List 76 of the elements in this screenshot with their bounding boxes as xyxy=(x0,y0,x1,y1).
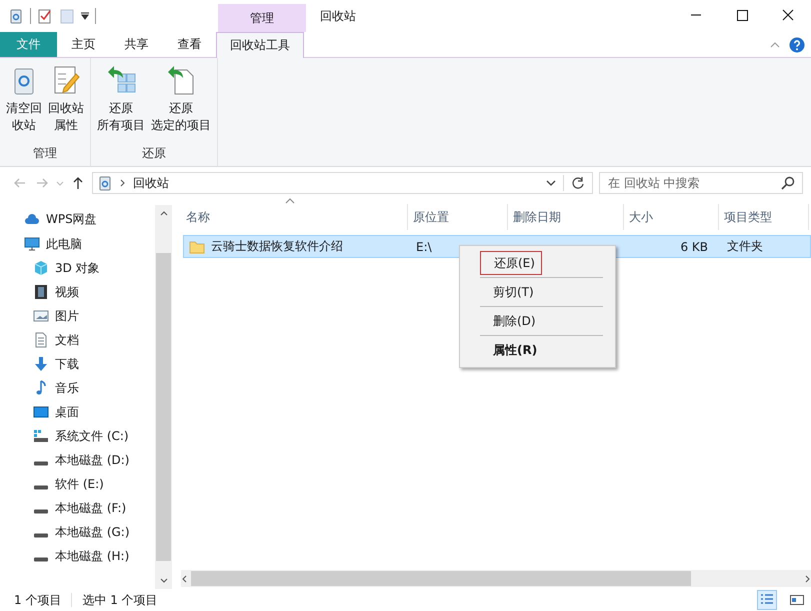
desktop-icon xyxy=(33,404,49,420)
column-header[interactable]: 项目类型 xyxy=(719,204,809,230)
sidebar-item[interactable]: 系统文件 (C:) xyxy=(0,424,155,448)
address-path: 回收站 xyxy=(133,174,169,192)
sidebar-item[interactable]: 视频 xyxy=(0,280,155,304)
table-cell: 文件夹 xyxy=(727,238,763,255)
sidebar-item[interactable]: 音乐 xyxy=(0,376,155,400)
sidebar-item[interactable]: 本地磁盘 (H:) xyxy=(0,544,155,568)
help-icon[interactable] xyxy=(789,36,805,52)
sidebar-item[interactable]: 图片 xyxy=(0,304,155,328)
sidebar-item[interactable]: 桌面 xyxy=(0,400,155,424)
large-icons-view-icon xyxy=(789,592,805,608)
ribbon-button[interactable]: 还原 选定的项目 xyxy=(149,64,213,145)
recycle-bin-icon xyxy=(97,175,113,191)
ribbon-tab[interactable]: 共享 xyxy=(110,32,163,57)
scrollbar[interactable] xyxy=(181,570,811,587)
table-cell: 6 KB xyxy=(680,240,708,254)
drive-icon xyxy=(34,532,48,538)
column-header[interactable]: 名称 xyxy=(181,204,408,230)
column-header[interactable]: 大小 xyxy=(624,204,719,230)
search-field[interactable]: 在 回收站 中搜索 xyxy=(606,175,780,191)
search-box[interactable]: 在 回收站 中搜索 xyxy=(599,172,803,194)
dropdown-icon[interactable] xyxy=(81,12,89,20)
sidebar-item[interactable]: 本地磁盘 (G:) xyxy=(0,520,155,544)
drive-icon xyxy=(34,556,48,562)
ribbon-button[interactable]: 清空回 收站 xyxy=(4,64,44,145)
scroll-down-icon[interactable] xyxy=(160,576,168,584)
sidebar-item[interactable]: WPS网盘 xyxy=(0,207,155,231)
sidebar-item[interactable]: 本地磁盘 (F:) xyxy=(0,496,155,520)
sidebar-item[interactable]: 本地磁盘 (D:) xyxy=(0,448,155,472)
ribbon-tab[interactable]: 主页 xyxy=(57,32,110,57)
ribbon-button[interactable]: 还原 所有项目 xyxy=(95,64,147,145)
file-name: 云骑士数据恢复软件介绍 xyxy=(211,238,343,255)
scrollbar[interactable] xyxy=(155,205,172,589)
cube-icon xyxy=(33,260,49,276)
contextual-tab-header: 管理 xyxy=(218,4,306,32)
table-cell: E:\ xyxy=(416,240,432,254)
ribbon-button[interactable]: 回收站 属性 xyxy=(46,64,86,145)
menu-item[interactable]: 剪切(T) xyxy=(480,280,540,304)
details-view-button[interactable] xyxy=(757,590,777,610)
menu-item[interactable]: 还原(E) xyxy=(480,251,542,275)
ribbon-tab[interactable]: 文件 xyxy=(0,32,57,57)
column-header[interactable]: 删除日期 xyxy=(508,204,624,230)
down-arrow-icon xyxy=(33,356,49,372)
menu-item[interactable]: 删除(D) xyxy=(480,309,542,333)
film-icon xyxy=(33,284,49,300)
monitor-icon xyxy=(24,236,40,252)
sidebar-item[interactable]: 软件 (E:) xyxy=(0,472,155,496)
scroll-left-icon[interactable] xyxy=(181,574,189,582)
system-drive-icon xyxy=(33,428,49,444)
chevron-right-icon xyxy=(119,179,127,187)
recycle-bin-icon[interactable] xyxy=(8,8,24,24)
group-label: 管理 xyxy=(32,145,58,162)
ribbon-tab[interactable]: 查看 xyxy=(163,32,216,57)
image-icon xyxy=(33,308,49,324)
sidebar-item[interactable]: 文档 xyxy=(0,328,155,352)
item-count: 1 个项目 xyxy=(14,592,62,608)
checklist-icon[interactable] xyxy=(37,8,53,24)
document-icon xyxy=(33,332,49,348)
group-label: 还原 xyxy=(141,145,167,162)
search-icon xyxy=(780,175,796,191)
menu-item[interactable]: 属性(R) xyxy=(480,338,544,362)
drive-icon xyxy=(34,508,48,514)
cloud-icon xyxy=(24,211,40,227)
ribbon-tab[interactable]: 回收站工具 xyxy=(216,32,304,58)
scroll-right-icon[interactable] xyxy=(803,574,811,582)
drive-icon xyxy=(34,460,48,466)
sidebar-item[interactable]: 此电脑 xyxy=(0,232,155,256)
sidebar-item[interactable]: 3D 对象 xyxy=(0,256,155,280)
sidebar-item[interactable]: 下载 xyxy=(0,352,155,376)
window-title: 回收站 xyxy=(319,8,357,24)
column-header[interactable]: 原位置 xyxy=(408,204,508,230)
selection-count: 选中 1 个项目 xyxy=(82,592,158,608)
address-bar[interactable]: 回收站 xyxy=(92,172,593,194)
drive-icon xyxy=(34,484,48,490)
scroll-up-icon[interactable] xyxy=(160,210,168,218)
